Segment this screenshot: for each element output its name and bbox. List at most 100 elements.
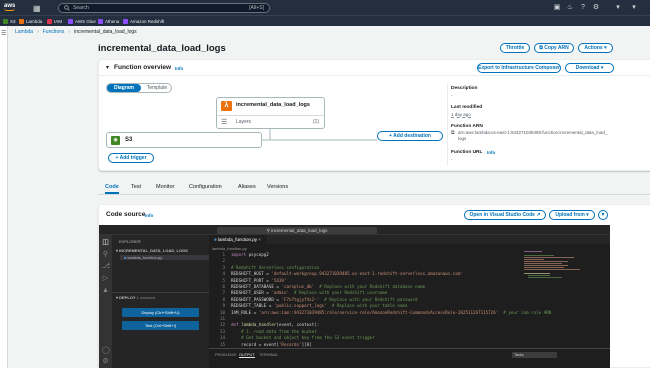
favorite-s3[interactable]: S3 [3,18,16,25]
code-line[interactable]: REDSHIFT_TABLE = 'public.support_logs' #… [231,303,408,308]
upload-from-button[interactable]: Upload from ▾ [549,210,595,220]
panel-tab-problems[interactable]: PROBLEMS [215,353,236,357]
help-icon[interactable]: ? [579,4,587,12]
account-menu-icon[interactable]: ▾ [630,4,638,12]
collapse-caret-icon[interactable]: ▾ [106,64,109,71]
aws-logo[interactable]: aws [4,2,20,12]
test-button[interactable]: Test (Ctrl+Shift+I) [122,321,199,330]
copy-arn-button[interactable]: ⧉ Copy ARN [534,43,574,53]
code-line[interactable]: import psycopg2 [231,252,269,257]
last-modified-value: 1 day ago [451,112,471,118]
open-vscode-button[interactable]: Open in Visual Studio Code ↗ [464,210,546,220]
code-line[interactable]: # 1. read data from the bucket [231,329,317,334]
ide-activity-bar: ◫ ⚲ ⎇ ▷ ▲ ◯ ⚙ [99,235,112,368]
panel-tab-terminal[interactable]: TERMINAL [259,353,278,357]
region-menu[interactable]: ▾ [614,4,622,12]
top-navigation: aws ▦ Search [Alt+S] ▣ ♨ ? ⚙ ▾ ▾ S3 Lamb… [0,0,650,26]
overview-info-link[interactable]: Info [175,66,183,71]
export-composer-button[interactable]: Export to Infrastructure Composer [477,63,561,73]
code-line[interactable]: # Redshift Serverless configuration [231,265,319,270]
explorer-files-icon[interactable]: ◫ [102,239,109,246]
toggle-template[interactable]: Template [143,84,171,92]
layers-label[interactable]: Layers [236,119,251,125]
layers-icon: ☰ [221,119,228,126]
breadcrumb-functions[interactable]: Functions [43,29,65,35]
editor-tab-lambda-function[interactable]: ■ lambda_function.py × [209,235,267,244]
tab-aliases[interactable]: Aliases [238,182,256,194]
tab-test[interactable]: Test [131,182,141,194]
vertical-divider [447,84,448,166]
favorite-amazon-redshift[interactable]: Amazon Redshift [123,18,164,25]
file-row[interactable]: ■ lambda_function.py [120,255,209,260]
throttle-button[interactable]: Throttle [500,43,530,53]
ide-command-search[interactable]: ⚲ incremental_data_load_logs [217,227,377,234]
search-icon [64,5,70,11]
code-line[interactable]: # Get bucket and object key from the S3 … [231,335,375,340]
add-trigger-button[interactable]: + Add trigger [108,153,154,163]
code-line[interactable]: REDSHIFT_HOST = 'default-workgroup.94327… [231,271,463,276]
line-number: 2 [222,258,225,264]
code-editor-ide: ⚲ incremental_data_load_logs ◫ ⚲ ⎇ ▷ ▲ ◯… [99,225,610,368]
actions-button[interactable]: Actions ▾ [578,43,613,53]
output-channel-select[interactable]: Tasks [512,352,557,358]
favorite-aws-glue[interactable]: AWS Glue [68,18,96,25]
close-icon[interactable]: × [257,237,261,242]
tab-monitor[interactable]: Monitor [156,182,174,194]
account-icon[interactable]: ◯ [102,347,110,354]
code-line[interactable]: REDSHIFT_DATABASE = 'carsplus_db' # Repl… [231,284,425,289]
s3-trigger-node[interactable]: ◉ S3 [106,132,262,148]
copy-arn-icon[interactable]: ⧉ [451,130,455,136]
open-vscode-label: Open in Visual Studio Code [469,212,535,218]
run-debug-icon[interactable]: ▷ [102,275,109,282]
panel-tab-output[interactable]: OUTPUT [239,353,255,358]
tab-versions[interactable]: Versions [267,182,288,194]
folder-name: INCREMENTAL_DATA_LOAD_LOGS [119,248,188,253]
breadcrumb-lambda[interactable]: Lambda [15,29,33,35]
toggle-diagram[interactable]: Diagram [107,84,141,92]
code-line[interactable]: REDSHIFT_USER = 'admin' # Replace with y… [231,290,387,295]
file-name: lambda_function.py [127,255,163,260]
editor-minimap[interactable] [524,250,580,280]
search-icon[interactable]: ⚲ [102,251,109,258]
settings-gear-icon[interactable]: ⚙ [102,358,109,365]
settings-gear-icon[interactable]: ▾ [598,210,608,220]
ide-search-text: incremental_data_load_logs [271,228,328,233]
code-line[interactable]: IAM_ROLE = 'arn:aws:iam::943271039485:ro… [231,310,551,315]
download-button[interactable]: Download ▾ [565,63,614,73]
favorite-athena[interactable]: Athena [98,18,119,25]
deploy-section-header[interactable]: ▾ DEPLOY 1 unsaved [116,295,155,300]
search-input[interactable]: Search [73,5,89,12]
page-title: incremental_data_load_logs [98,43,226,54]
function-node[interactable]: λ incremental_data_load_logs ☰ Layers (1… [216,97,325,129]
add-destination-button[interactable]: + Add destination [377,131,443,141]
function-tabs: Code Test Monitor Configuration Aliases … [98,182,650,195]
function-url-info-link[interactable]: Info [487,150,495,155]
favorite-iam[interactable]: IAM [47,18,62,25]
search-field[interactable]: Search [Alt+S] [58,3,270,13]
line-number: 11 [219,316,225,321]
hamburger-menu-icon[interactable]: ☰ [1,30,6,37]
cloudshell-icon[interactable]: ▣ [553,4,561,12]
aws-toolkit-icon[interactable]: ▲ [102,287,109,294]
services-grid-icon[interactable]: ▦ [33,4,49,13]
favorite-lambda[interactable]: Lambda [19,18,42,25]
function-url-label: Function URL [451,150,483,155]
tab-configuration[interactable]: Configuration [189,182,222,194]
code-line[interactable]: REDSHIFT_PASSWORD = 'F7n7tgjyf4s2-' # Re… [231,297,418,302]
code-line[interactable]: REDSHIFT_PORT = '5439' [231,278,286,283]
divider [217,115,324,116]
chevron-right-icon: › [37,29,39,35]
function-arn-label: Function ARN [451,124,483,129]
code-line[interactable]: record = event['Records'][0] [231,342,312,347]
favorite-label: Lambda [26,19,43,24]
notifications-icon[interactable]: ♨ [566,4,574,12]
folder-row[interactable]: ▾ INCREMENTAL_DATA_LOAD_LOGS [116,248,188,253]
code-line[interactable]: def lambda_handler(event, context): [231,322,319,327]
code-source-info-link[interactable]: Info [145,213,153,218]
source-control-icon[interactable]: ⎇ [102,263,110,270]
code-source-title: Code source [106,211,146,218]
settings-gear-icon[interactable]: ⚙ [592,4,600,12]
deploy-button[interactable]: Deploy (Ctrl+Shift+U) [122,308,199,317]
line-number: 14 [219,335,225,341]
tab-code[interactable]: Code [105,182,119,194]
